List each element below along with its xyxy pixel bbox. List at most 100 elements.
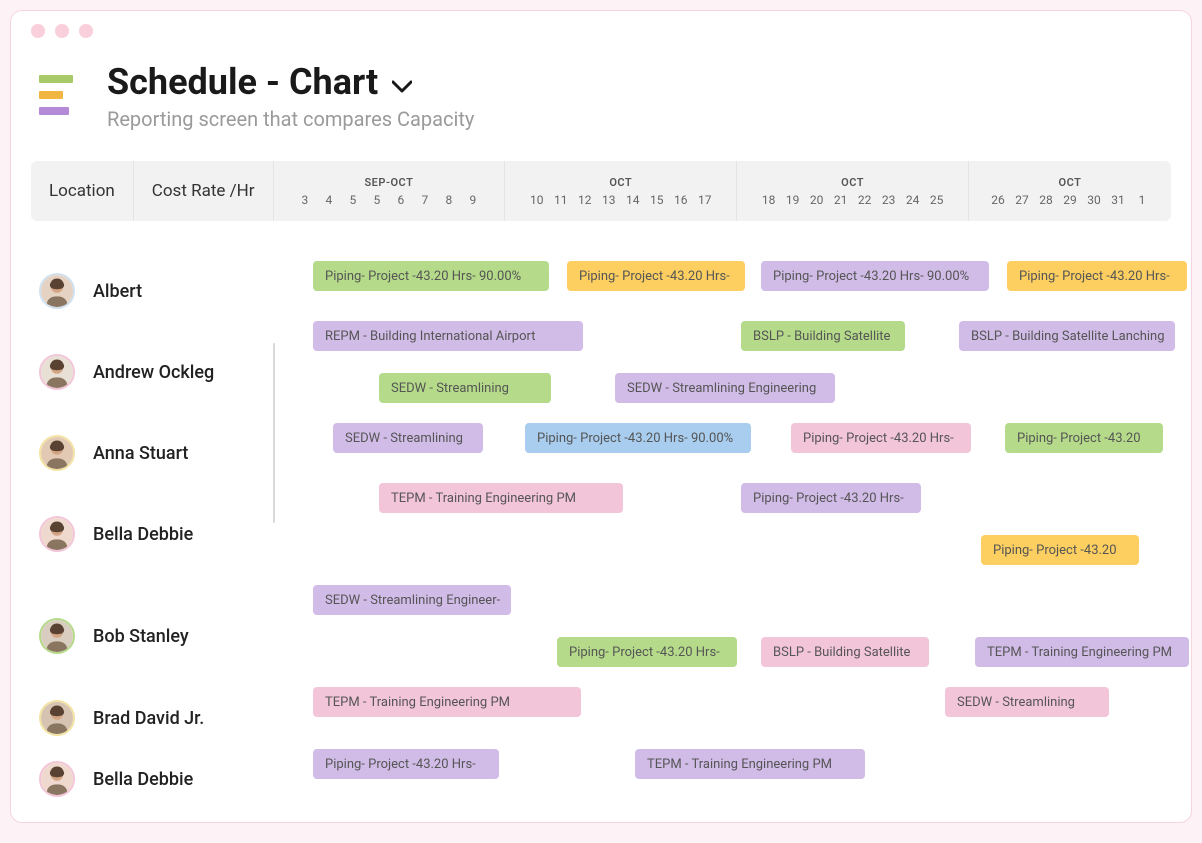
day-cell[interactable]: 23: [877, 193, 901, 207]
avatar: [39, 273, 75, 309]
task-bar[interactable]: TEPM - Training Engineering PM: [313, 687, 581, 717]
task-bar[interactable]: SEDW - Streamlining: [333, 423, 483, 453]
tasks-area: TEPM - Training Engineering PM Piping- Pr…: [281, 483, 1171, 585]
avatar: [39, 516, 75, 552]
day-cell[interactable]: 14: [621, 193, 645, 207]
day-cell[interactable]: 20: [805, 193, 829, 207]
task-bar[interactable]: Piping- Project -43.20: [981, 535, 1139, 565]
person-cell[interactable]: Anna Stuart: [31, 435, 281, 471]
task-bar[interactable]: Piping- Project -43.20 Hrs- 90.00%: [761, 261, 989, 291]
month-label: OCT: [841, 176, 864, 189]
day-cell[interactable]: 5: [365, 193, 389, 207]
person-name: Andrew Ockleg: [93, 362, 214, 383]
task-bar[interactable]: Piping- Project -43.20 Hrs-: [567, 261, 745, 291]
person-cell[interactable]: Albert: [31, 273, 281, 309]
month-label: SEP-OCT: [364, 176, 413, 189]
window-dot-min[interactable]: [55, 24, 69, 38]
page-subtitle: Reporting screen that compares Capacity: [107, 107, 474, 131]
person-name: Bella Debbie: [93, 769, 193, 790]
task-bar[interactable]: REPM - Building International Airport: [313, 321, 583, 351]
day-cell[interactable]: 31: [1106, 193, 1130, 207]
task-bar[interactable]: Piping- Project -43.20 Hrs-: [1007, 261, 1187, 291]
day-list: 1011121314151617: [525, 193, 717, 207]
day-cell[interactable]: 30: [1082, 193, 1106, 207]
task-bar[interactable]: Piping- Project -43.20 Hrs- 90.00%: [525, 423, 751, 453]
day-cell[interactable]: 16: [669, 193, 693, 207]
day-cell[interactable]: 12: [573, 193, 597, 207]
person-cell[interactable]: Bob Stanley: [31, 618, 281, 654]
task-bar[interactable]: TEPM - Training Engineering PM: [635, 749, 865, 779]
task-bar[interactable]: TEPM - Training Engineering PM: [975, 637, 1189, 667]
day-cell[interactable]: 11: [549, 193, 573, 207]
day-cell[interactable]: 22: [853, 193, 877, 207]
day-cell[interactable]: 6: [389, 193, 413, 207]
task-bar[interactable]: SEDW - Streamlining: [379, 373, 551, 403]
avatar: [39, 618, 75, 654]
gantt-row: Bob Stanley SEDW - Streamlining Engineer-…: [31, 585, 1171, 687]
day-cell[interactable]: 4: [317, 193, 341, 207]
day-cell[interactable]: 10: [525, 193, 549, 207]
day-cell[interactable]: 17: [693, 193, 717, 207]
day-cell[interactable]: 7: [413, 193, 437, 207]
task-bar[interactable]: SEDW - Streamlining Engineering: [615, 373, 835, 403]
window-dot-close[interactable]: [31, 24, 45, 38]
task-bar[interactable]: Piping- Project -43.20 Hrs-: [791, 423, 971, 453]
month-group: OCT2627282930311: [969, 161, 1171, 221]
gantt-chart[interactable]: Albert Piping- Project -43.20 Hrs- 90.00%…: [31, 261, 1171, 809]
day-cell[interactable]: 18: [757, 193, 781, 207]
gantt-row: Bella DebbieTEPM - Training Engineering …: [31, 483, 1171, 585]
page-header: Schedule - Chart Reporting screen that c…: [31, 61, 1171, 131]
task-bar[interactable]: SEDW - Streamlining Engineer-: [313, 585, 511, 615]
person-cell[interactable]: Andrew Ockleg: [31, 354, 281, 390]
task-bar[interactable]: BSLP - Building Satellite: [761, 637, 929, 667]
month-group: OCT1011121314151617: [505, 161, 737, 221]
task-bar[interactable]: Piping- Project -43.20 Hrs-: [557, 637, 737, 667]
task-bar[interactable]: TEPM - Training Engineering PM: [379, 483, 623, 513]
day-cell[interactable]: 8: [437, 193, 461, 207]
content-area: Schedule - Chart Reporting screen that c…: [11, 51, 1191, 823]
day-cell[interactable]: 3: [293, 193, 317, 207]
window-dot-max[interactable]: [79, 24, 93, 38]
chevron-down-icon: [392, 61, 412, 103]
gantt-row: Andrew Ockleg REPM - Building Internation…: [31, 321, 1171, 423]
task-bar[interactable]: Piping- Project -43.20 Hrs-: [313, 749, 499, 779]
person-cell[interactable]: Bella Debbie: [31, 516, 281, 552]
task-bar[interactable]: Piping- Project -43.20 Hrs- 90.00%: [313, 261, 549, 291]
avatar: [39, 435, 75, 471]
gantt-row: Brad David Jr. TEPM - Training Engineerin…: [31, 687, 1171, 749]
column-cost-rate[interactable]: Cost Rate /Hr: [134, 161, 274, 221]
tasks-area: REPM - Building International Airport BSL…: [281, 321, 1171, 423]
task-bar[interactable]: SEDW - Streamlining: [945, 687, 1109, 717]
gantt-row: Bella Debbie Piping- Project -43.20 Hrs- T…: [31, 749, 1171, 809]
page-title: Schedule - Chart: [107, 61, 378, 103]
day-cell[interactable]: 1: [1130, 193, 1154, 207]
day-cell[interactable]: 27: [1010, 193, 1034, 207]
day-cell[interactable]: 5: [341, 193, 365, 207]
avatar: [39, 761, 75, 797]
person-name: Anna Stuart: [93, 443, 188, 464]
person-cell[interactable]: Bella Debbie: [31, 761, 281, 797]
day-cell[interactable]: 25: [925, 193, 949, 207]
person-name: Bob Stanley: [93, 626, 189, 647]
task-bar[interactable]: Piping- Project -43.20: [1005, 423, 1163, 453]
day-cell[interactable]: 24: [901, 193, 925, 207]
day-list: 1819202122232425: [757, 193, 949, 207]
day-cell[interactable]: 9: [461, 193, 485, 207]
task-bar[interactable]: Piping- Project -43.20 Hrs-: [741, 483, 921, 513]
page-title-button[interactable]: Schedule - Chart: [107, 61, 474, 103]
gantt-row: Anna Stuart SEDW - Streamlining Piping- Pr…: [31, 423, 1171, 483]
title-block: Schedule - Chart Reporting screen that c…: [107, 61, 474, 131]
task-bar[interactable]: BSLP - Building Satellite: [741, 321, 905, 351]
day-cell[interactable]: 19: [781, 193, 805, 207]
day-cell[interactable]: 21: [829, 193, 853, 207]
day-cell[interactable]: 26: [986, 193, 1010, 207]
person-cell[interactable]: Brad David Jr.: [31, 700, 281, 736]
person-name: Brad David Jr.: [93, 708, 204, 729]
day-cell[interactable]: 28: [1034, 193, 1058, 207]
day-list: 2627282930311: [986, 193, 1154, 207]
day-cell[interactable]: 29: [1058, 193, 1082, 207]
column-location[interactable]: Location: [31, 161, 134, 221]
day-cell[interactable]: 13: [597, 193, 621, 207]
day-cell[interactable]: 15: [645, 193, 669, 207]
task-bar[interactable]: BSLP - Building Satellite Lanching: [959, 321, 1175, 351]
